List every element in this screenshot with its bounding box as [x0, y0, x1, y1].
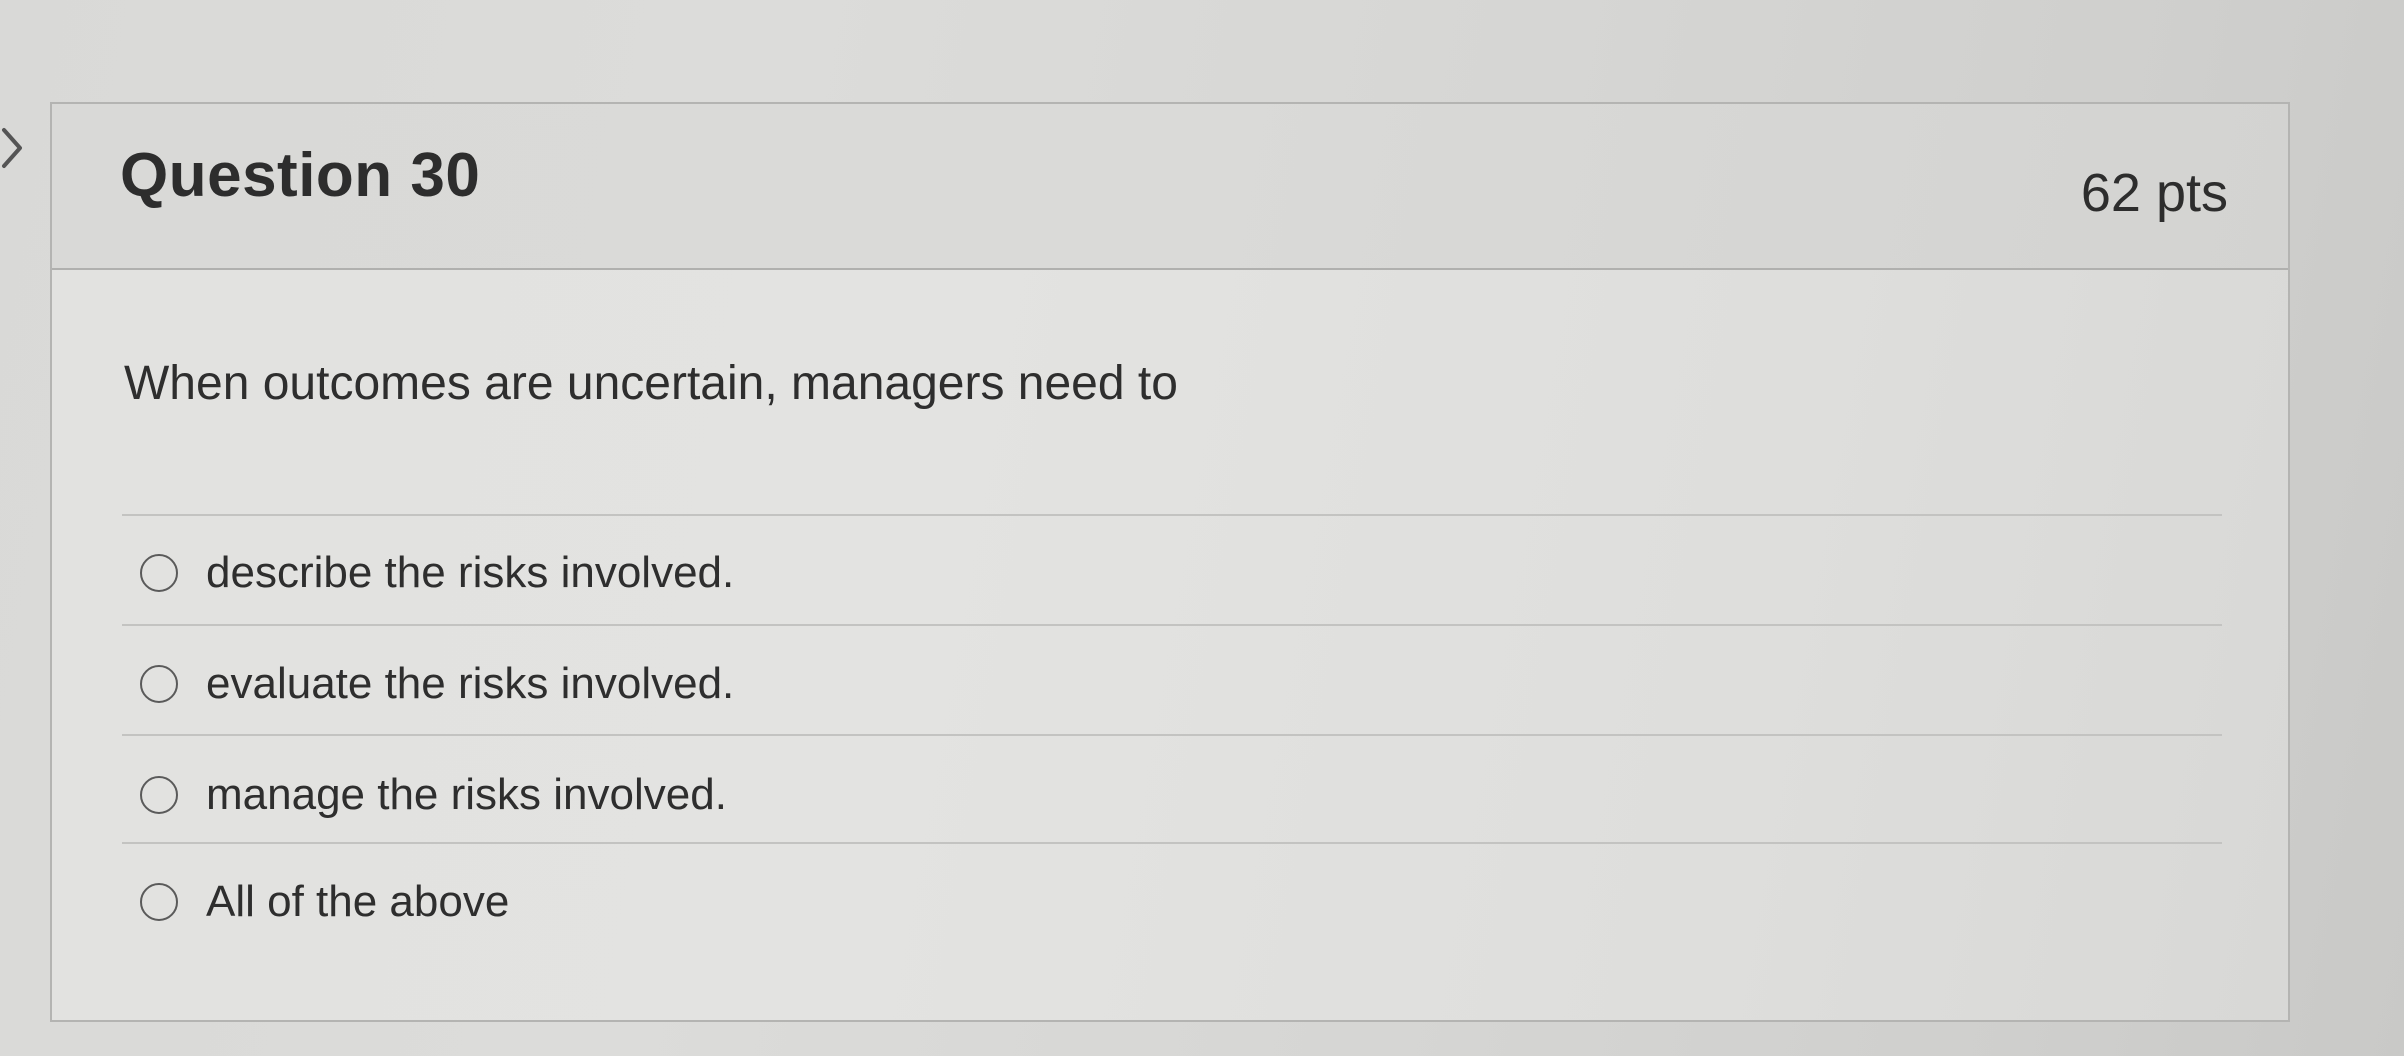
- answer-option[interactable]: All of the above: [140, 867, 509, 937]
- answer-option[interactable]: describe the risks involved.: [140, 538, 734, 608]
- radio-button-icon[interactable]: [140, 665, 178, 703]
- answer-option[interactable]: manage the risks involved.: [140, 760, 727, 830]
- question-card: Question 30 62 pts When outcomes are unc…: [50, 102, 2290, 1022]
- chevron-right-icon[interactable]: [0, 118, 30, 178]
- answer-divider: [122, 734, 2222, 736]
- answer-option[interactable]: evaluate the risks involved.: [140, 649, 734, 719]
- question-header: Question 30 62 pts: [52, 104, 2288, 270]
- radio-button-icon[interactable]: [140, 554, 178, 592]
- answer-divider: [122, 842, 2222, 844]
- question-title: Question 30: [120, 141, 481, 210]
- radio-button-icon[interactable]: [140, 776, 178, 814]
- answer-label: evaluate the risks involved.: [206, 659, 735, 708]
- answer-label: manage the risks involved.: [206, 770, 727, 819]
- answer-label: describe the risks involved.: [206, 548, 735, 597]
- radio-button-icon[interactable]: [140, 883, 178, 921]
- answer-label: All of the above: [206, 877, 510, 926]
- answer-divider: [122, 514, 2222, 516]
- question-points: 62 pts: [2080, 163, 2228, 223]
- question-text: When outcomes are uncertain, managers ne…: [124, 357, 1178, 410]
- answer-divider: [122, 624, 2222, 626]
